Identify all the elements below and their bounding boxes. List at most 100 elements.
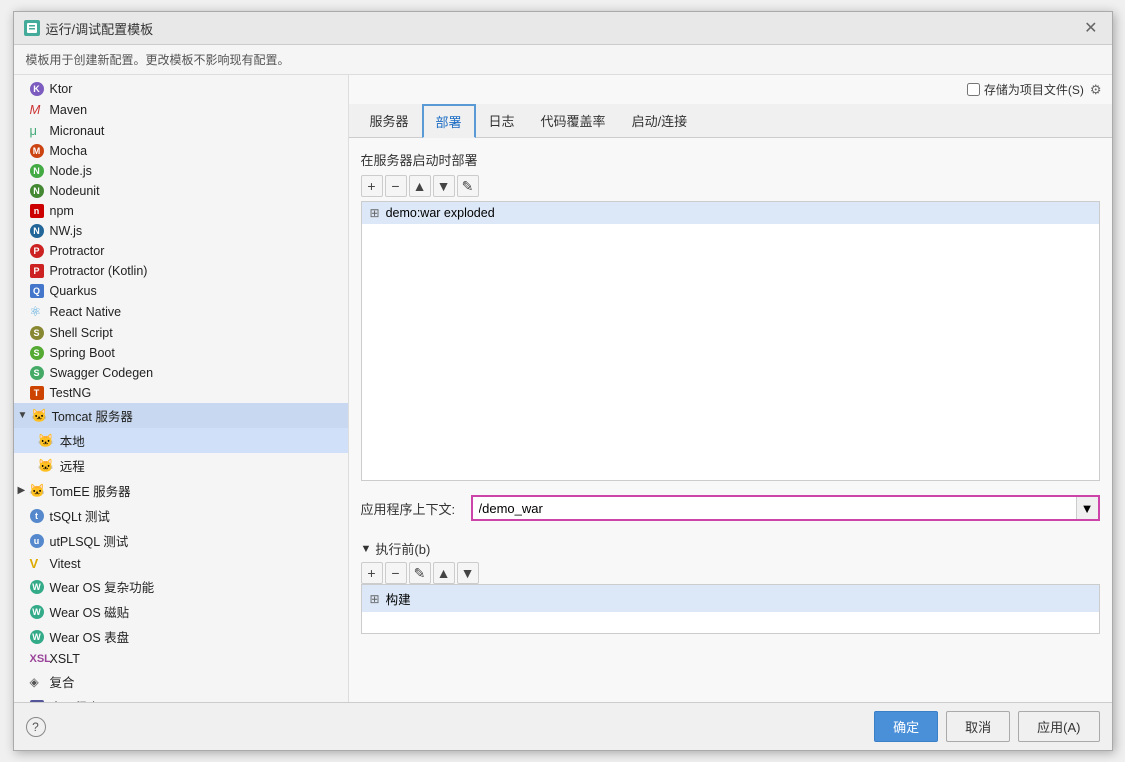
shell-script-icon: S — [30, 326, 44, 340]
sidebar-label-micronaut: Micronaut — [50, 124, 105, 138]
sidebar-item-nodeunit[interactable]: N Nodeunit — [14, 181, 348, 201]
main-content: K Ktor M Maven μ Micronaut M Mocha N Nod… — [14, 75, 1112, 702]
sidebar-item-tsqlt[interactable]: t tSQLt 测试 — [14, 503, 348, 528]
dropdown-arrow-icon: ▼ — [1081, 501, 1094, 516]
sidebar-label-xslt: XSLT — [50, 652, 80, 666]
before-section-title: 执行前(b) — [375, 539, 430, 558]
tab-content-deploy: 在服务器启动时部署 + − ▲ ▼ ✎ ⊞ demo:war exploded — [349, 138, 1112, 702]
maven-icon: M — [30, 102, 44, 117]
subtitle-bar: 模板用于创建新配置。更改模板不影响现有配置。 — [14, 45, 1112, 75]
vitest-icon: V — [30, 556, 44, 571]
tab-startup[interactable]: 启动/连接 — [619, 104, 701, 138]
help-button[interactable]: ? — [26, 717, 46, 737]
tab-coverage[interactable]: 代码覆盖率 — [528, 104, 619, 138]
remove-before-button[interactable]: − — [385, 562, 407, 584]
sidebar-item-wear-watch[interactable]: W Wear OS 表盘 — [14, 624, 348, 649]
sidebar-label-swagger: Swagger Codegen — [50, 366, 154, 380]
move-down-deploy-button[interactable]: ▼ — [433, 175, 455, 197]
swagger-icon: S — [30, 366, 44, 380]
sidebar-item-nwjs[interactable]: N NW.js — [14, 221, 348, 241]
sidebar-item-shell-script[interactable]: S Shell Script — [14, 323, 348, 343]
close-button[interactable]: ✕ — [1080, 18, 1101, 38]
deploy-item-label: demo:war exploded — [386, 206, 495, 220]
sidebar-label-mocha: Mocha — [50, 144, 88, 158]
tab-deploy[interactable]: 部署 — [422, 104, 476, 138]
quarkus-icon: Q — [30, 284, 44, 298]
subtitle-text: 模板用于创建新配置。更改模板不影响现有配置。 — [26, 53, 290, 67]
sidebar-item-ktor[interactable]: K Ktor — [14, 79, 348, 99]
add-before-button[interactable]: + — [361, 562, 383, 584]
sidebar-item-xslt[interactable]: XSL XSLT — [14, 649, 348, 669]
move-down-before-button[interactable]: ▼ — [457, 562, 479, 584]
apply-button[interactable]: 应用(A) — [1018, 711, 1099, 742]
sidebar-item-protractor[interactable]: P Protractor — [14, 241, 348, 261]
before-item-label: 构建 — [386, 589, 411, 608]
sidebar-item-mocha[interactable]: M Mocha — [14, 141, 348, 161]
sidebar-item-compound[interactable]: ◈ 复合 — [14, 669, 348, 694]
sidebar-item-swagger[interactable]: S Swagger Codegen — [14, 363, 348, 383]
remote-cat-icon: 🐱 — [38, 458, 54, 474]
sidebar-item-spring-boot[interactable]: S Spring Boot — [14, 343, 348, 363]
sidebar-item-tomcat[interactable]: ▼ 🐱 Tomcat 服务器 — [14, 403, 348, 428]
deploy-list: ⊞ demo:war exploded — [361, 201, 1100, 481]
sidebar-item-maven[interactable]: M Maven — [14, 99, 348, 120]
nodejs-icon: N — [30, 164, 44, 178]
ktor-icon: K — [30, 82, 44, 96]
footer-right: 确定 取消 应用(A) — [874, 711, 1099, 742]
sidebar-item-vitest[interactable]: V Vitest — [14, 553, 348, 574]
context-input[interactable] — [473, 498, 1076, 519]
protractor-kotlin-icon: P — [30, 264, 44, 278]
move-up-deploy-button[interactable]: ▲ — [409, 175, 431, 197]
sidebar-label-protractor: Protractor — [50, 244, 105, 258]
tab-server[interactable]: 服务器 — [357, 104, 422, 138]
sidebar-item-wear-tiles[interactable]: W Wear OS 磁贴 — [14, 599, 348, 624]
move-up-before-button[interactable]: ▲ — [433, 562, 455, 584]
edit-before-button[interactable]: ✎ — [409, 562, 431, 584]
deploy-list-item[interactable]: ⊞ demo:war exploded — [362, 202, 1099, 224]
sidebar-item-testng[interactable]: T TestNG — [14, 383, 348, 403]
sidebar-label-nodeunit: Nodeunit — [50, 184, 100, 198]
wear-tiles-icon: W — [30, 605, 44, 619]
sidebar-label-quarkus: Quarkus — [50, 284, 97, 298]
context-field-row: 应用程序上下文: ▼ — [361, 495, 1100, 521]
settings-icon[interactable]: ⚙ — [1090, 82, 1102, 98]
sidebar-item-tomee[interactable]: ▶ 🐱 TomEE 服务器 — [14, 478, 348, 503]
dialog-icon — [24, 20, 40, 36]
tab-log[interactable]: 日志 — [476, 104, 528, 138]
sidebar-item-quarkus[interactable]: Q Quarkus — [14, 281, 348, 301]
tsqlt-icon: t — [30, 509, 44, 523]
save-project-checkbox-label[interactable]: 存储为项目文件(S) — [967, 81, 1084, 98]
sidebar-label-spring-boot: Spring Boot — [50, 346, 115, 360]
sidebar-item-utplsql[interactable]: u utPLSQL 测试 — [14, 528, 348, 553]
before-list-item[interactable]: ⊞ 构建 — [362, 585, 1099, 612]
sidebar-label-vitest: Vitest — [50, 557, 81, 571]
edit-deploy-button[interactable]: ✎ — [457, 175, 479, 197]
local-cat-icon: 🐱 — [38, 433, 54, 449]
tab-server-label: 服务器 — [370, 114, 409, 129]
cancel-button[interactable]: 取消 — [946, 711, 1010, 742]
xslt-icon: XSL — [30, 653, 44, 665]
sidebar-item-app[interactable]: A 应用程序 — [14, 694, 348, 702]
tabs-bar: 服务器 部署 日志 代码覆盖率 启动/连接 — [349, 104, 1112, 138]
sidebar-item-npm[interactable]: n npm — [14, 201, 348, 221]
sidebar: K Ktor M Maven μ Micronaut M Mocha N Nod… — [14, 75, 349, 702]
right-header: 存储为项目文件(S) ⚙ — [349, 75, 1112, 104]
sidebar-item-wear-complex[interactable]: W Wear OS 复杂功能 — [14, 574, 348, 599]
save-project-checkbox[interactable] — [967, 83, 980, 96]
remove-deploy-button[interactable]: − — [385, 175, 407, 197]
sidebar-label-wear-complex: Wear OS 复杂功能 — [50, 577, 155, 596]
sidebar-label-protractor-kotlin: Protractor (Kotlin) — [50, 264, 148, 278]
sidebar-item-react-native[interactable]: ⚛ React Native — [14, 301, 348, 323]
sidebar-item-local[interactable]: 🐱 本地 — [14, 428, 348, 453]
sidebar-item-protractor-kotlin[interactable]: P Protractor (Kotlin) — [14, 261, 348, 281]
testng-icon: T — [30, 386, 44, 400]
ok-button[interactable]: 确定 — [874, 711, 938, 742]
sidebar-label-nwjs: NW.js — [50, 224, 83, 238]
before-section-arrow[interactable]: ▼ — [361, 543, 372, 555]
sidebar-item-nodejs[interactable]: N Node.js — [14, 161, 348, 181]
sidebar-label-wear-tiles: Wear OS 磁贴 — [50, 602, 130, 621]
sidebar-item-micronaut[interactable]: μ Micronaut — [14, 120, 348, 141]
context-dropdown-button[interactable]: ▼ — [1076, 497, 1098, 519]
add-deploy-button[interactable]: + — [361, 175, 383, 197]
sidebar-item-remote[interactable]: 🐱 远程 — [14, 453, 348, 478]
